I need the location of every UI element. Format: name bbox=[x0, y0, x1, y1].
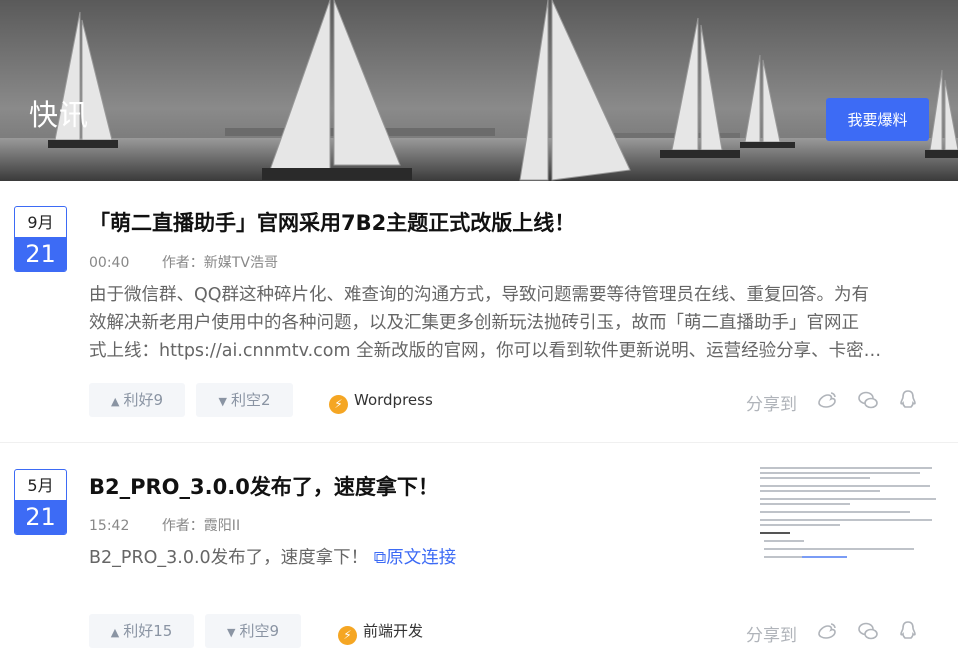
post-month: 9月 bbox=[27, 213, 54, 232]
upvote-label: 利好15 bbox=[123, 622, 173, 640]
post-author[interactable]: 作者：新媒TV浩哥 bbox=[162, 255, 278, 271]
post-day: 21 bbox=[15, 237, 66, 271]
post-time: 15:42 bbox=[89, 518, 130, 534]
share-label: 分享到 bbox=[746, 395, 797, 415]
upvote-label: 利好9 bbox=[123, 391, 163, 409]
post-day: 21 bbox=[15, 500, 66, 534]
source-link-label: 原文连接 bbox=[386, 548, 457, 568]
category-label: 前端开发 bbox=[363, 622, 424, 640]
category-link[interactable]: ⚡ 前端开发 bbox=[338, 614, 423, 648]
triangle-down-icon: ▼ bbox=[226, 626, 236, 639]
wechat-icon[interactable] bbox=[857, 389, 879, 411]
post-meta: 00:40 作者：新媒TV浩哥 bbox=[89, 252, 278, 272]
category-label: Wordpress bbox=[354, 391, 433, 409]
post-meta: 15:42 作者：霞阳II bbox=[89, 515, 240, 535]
submit-tip-button[interactable]: 我要爆料 bbox=[826, 98, 929, 141]
lightning-icon: ⚡ bbox=[338, 626, 357, 645]
share-label: 分享到 bbox=[746, 626, 797, 646]
post-excerpt: 由于微信群、QQ群这种碎片化、难查询的沟通方式，导致问题需要等待管理员在线、重复… bbox=[89, 281, 934, 365]
thumbnail-image bbox=[760, 467, 936, 558]
excerpt-line: 效解决新老用户使用中的各种问题，以及汇集更多创新玩法抛砖引玉，故而「萌二直播助手… bbox=[89, 313, 859, 333]
post-date: 5月 21 bbox=[14, 469, 67, 535]
weibo-icon[interactable] bbox=[816, 620, 838, 642]
triangle-down-icon: ▼ bbox=[218, 395, 227, 408]
excerpt-line: 由于微信群、QQ群这种碎片化、难查询的沟通方式，导致问题需要等待管理员在线、重复… bbox=[89, 285, 870, 305]
page-title: 快讯 bbox=[29, 98, 90, 132]
qq-icon[interactable] bbox=[897, 389, 919, 411]
banner: 快讯 我要爆料 bbox=[0, 0, 958, 181]
post-thumbnail[interactable] bbox=[752, 461, 940, 587]
weibo-icon[interactable] bbox=[816, 389, 838, 411]
post-author[interactable]: 作者：霞阳II bbox=[162, 518, 240, 534]
post-date: 9月 21 bbox=[14, 206, 67, 272]
post-month: 5月 bbox=[27, 476, 54, 495]
excerpt-line: 式上线：https://ai.cnnmtv.com 全新改版的官网，你可以看到软… bbox=[89, 341, 882, 361]
post-title[interactable]: 「萌二直播助手」官网采用7B2主题正式改版上线！ bbox=[89, 207, 575, 237]
external-link-icon: ⧉ bbox=[373, 548, 387, 568]
triangle-up-icon: ▲ bbox=[110, 626, 120, 639]
qq-icon[interactable] bbox=[897, 620, 919, 642]
upvote-button[interactable]: ▲ 利好15 bbox=[89, 614, 194, 648]
sailboat-banner-image bbox=[0, 0, 958, 181]
post-time: 00:40 bbox=[89, 255, 130, 271]
downvote-button[interactable]: ▼ 利空9 bbox=[205, 614, 301, 648]
post-item: 9月 21 「萌二直播助手」官网采用7B2主题正式改版上线！ 00:40 作者：… bbox=[0, 181, 958, 442]
category-link[interactable]: ⚡ Wordpress bbox=[329, 383, 433, 417]
post-excerpt: B2_PRO_3.0.0发布了，速度拿下！ ⧉原文连接 bbox=[89, 544, 729, 572]
excerpt-text: B2_PRO_3.0.0发布了，速度拿下！ bbox=[89, 548, 369, 568]
source-link[interactable]: ⧉原文连接 bbox=[374, 548, 457, 568]
downvote-label: 利空9 bbox=[239, 622, 279, 640]
wechat-icon[interactable] bbox=[857, 620, 879, 642]
downvote-button[interactable]: ▼ 利空2 bbox=[196, 383, 293, 417]
lightning-icon: ⚡ bbox=[329, 395, 348, 414]
triangle-up-icon: ▲ bbox=[110, 395, 120, 408]
downvote-label: 利空2 bbox=[230, 391, 271, 409]
upvote-button[interactable]: ▲ 利好9 bbox=[89, 383, 185, 417]
post-title[interactable]: B2_PRO_3.0.0发布了，速度拿下！ bbox=[89, 471, 439, 501]
